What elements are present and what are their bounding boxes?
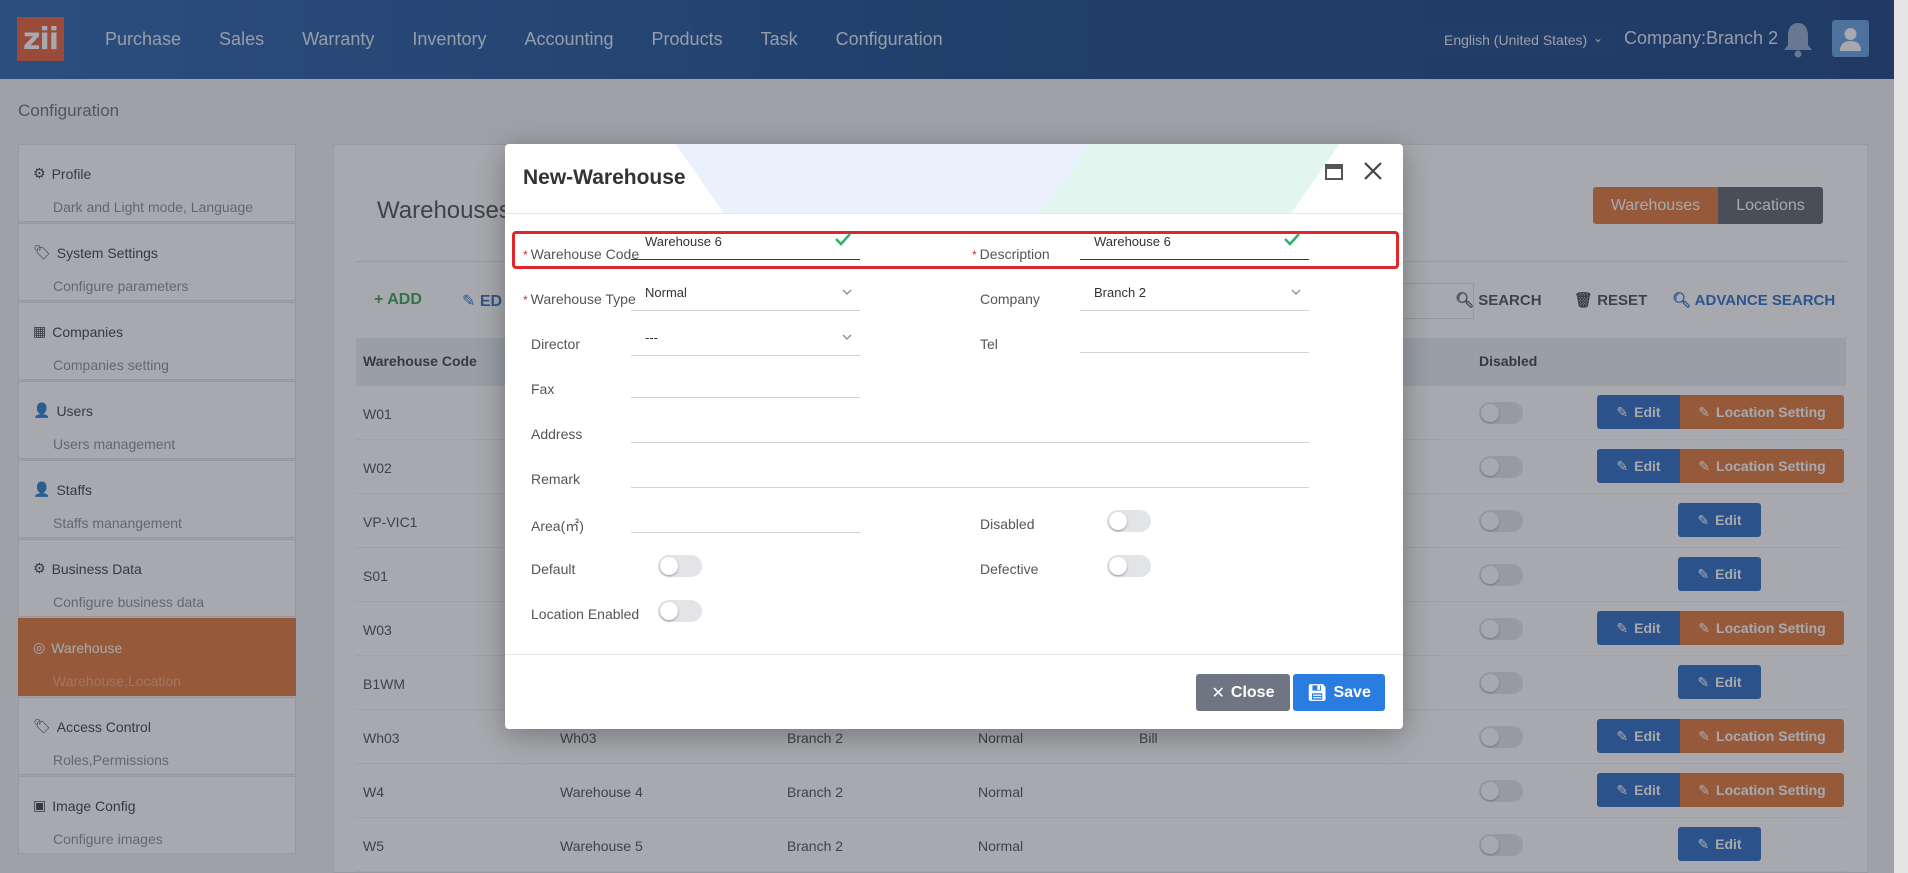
check-icon	[1284, 233, 1300, 246]
close-icon: ✕	[1211, 684, 1225, 702]
warehouse-type-label: * Warehouse Type	[523, 291, 636, 307]
defective-toggle[interactable]	[1107, 555, 1151, 577]
area-label: Area(㎡)	[531, 518, 584, 534]
area-input[interactable]	[631, 497, 860, 533]
chevron-down-icon	[842, 334, 852, 340]
description-input[interactable]: Warehouse 6	[1080, 224, 1309, 260]
director-label: Director	[531, 336, 581, 352]
default-toggle[interactable]	[658, 555, 702, 577]
select-value: ---	[645, 330, 658, 345]
fax-label: Fax	[531, 381, 555, 397]
input-value: Warehouse 6	[1094, 234, 1171, 249]
close-icon[interactable]	[1360, 158, 1386, 184]
warehouse-code-label: * Warehouse Code	[523, 246, 640, 262]
description-label: * Description	[972, 246, 1050, 262]
address-label: Address	[531, 426, 583, 442]
default-label: Default	[531, 561, 576, 577]
company-label: Company	[980, 291, 1040, 307]
label-text: Warehouse Type	[530, 291, 636, 307]
fax-input[interactable]	[631, 362, 860, 398]
disabled-label: Disabled	[980, 516, 1035, 532]
close-button[interactable]: ✕ Close	[1196, 674, 1290, 711]
floppy-icon: 💾︎	[1307, 684, 1328, 702]
disabled-toggle[interactable]	[1107, 510, 1151, 532]
dialog-footer-divider	[505, 654, 1403, 655]
defective-label: Defective	[980, 561, 1039, 577]
tel-input[interactable]	[1080, 317, 1309, 353]
director-select[interactable]: ---	[631, 320, 860, 356]
dialog-title: New-Warehouse	[523, 166, 686, 189]
new-warehouse-dialog: New-Warehouse * Warehouse Code Warehouse …	[505, 144, 1403, 729]
chevron-down-icon	[1291, 289, 1301, 295]
location-enabled-label: Location Enabled	[531, 606, 640, 622]
label-text: Warehouse Code	[530, 246, 640, 262]
remark-input[interactable]	[631, 452, 1309, 488]
save-button-label: Save	[1333, 683, 1371, 701]
select-value: Branch 2	[1094, 285, 1147, 300]
dialog-header: New-Warehouse	[505, 144, 1403, 214]
input-value: Warehouse 6	[645, 234, 722, 249]
label-text: Description	[979, 246, 1050, 262]
warehouse-type-select[interactable]: Normal	[631, 275, 860, 311]
warehouse-code-input[interactable]: Warehouse 6	[631, 224, 860, 260]
maximize-icon[interactable]	[1325, 164, 1343, 180]
select-value: Normal	[645, 285, 687, 300]
remark-label: Remark	[531, 471, 581, 487]
close-button-label: Close	[1230, 683, 1275, 701]
company-select[interactable]: Branch 2	[1080, 275, 1309, 311]
chevron-down-icon	[842, 289, 852, 295]
page-scrollbar[interactable]	[1894, 0, 1908, 873]
address-input[interactable]	[631, 407, 1309, 443]
location-enabled-toggle[interactable]	[658, 600, 702, 622]
save-button[interactable]: 💾︎ Save	[1293, 674, 1385, 711]
check-icon	[835, 233, 851, 246]
tel-label: Tel	[980, 336, 998, 352]
